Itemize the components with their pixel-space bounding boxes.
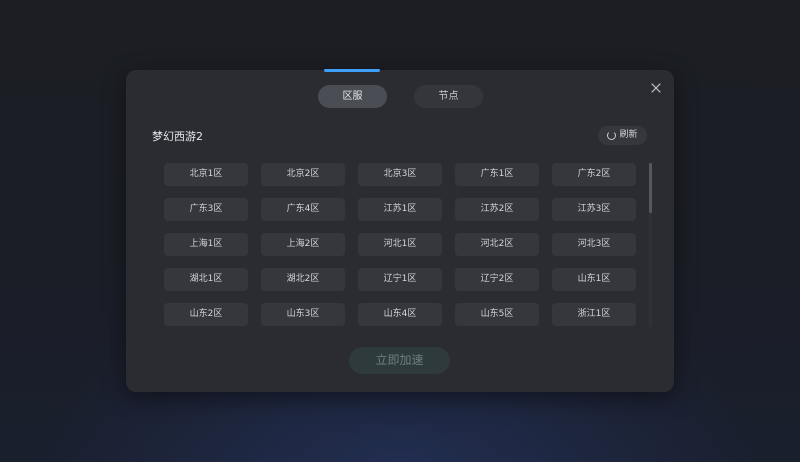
server-item[interactable]: 广东1区 <box>455 163 539 186</box>
server-item[interactable]: 山东4区 <box>358 303 442 326</box>
server-item[interactable]: 北京3区 <box>358 163 442 186</box>
top-accent-bar <box>324 69 380 72</box>
server-item[interactable]: 河北1区 <box>358 233 442 256</box>
server-item[interactable]: 上海2区 <box>261 233 345 256</box>
server-item[interactable]: 河北2区 <box>455 233 539 256</box>
close-icon <box>648 80 664 96</box>
server-item[interactable]: 辽宁1区 <box>358 268 442 291</box>
server-item[interactable]: 广东2区 <box>552 163 636 186</box>
refresh-button[interactable]: 刷新 <box>598 126 647 145</box>
server-item[interactable]: 山东3区 <box>261 303 345 326</box>
server-item[interactable]: 广东3区 <box>164 198 248 221</box>
server-item[interactable]: 山东1区 <box>552 268 636 291</box>
server-item[interactable]: 辽宁2区 <box>455 268 539 291</box>
accelerate-button[interactable]: 立即加速 <box>349 347 450 374</box>
server-item[interactable]: 浙江1区 <box>552 303 636 326</box>
server-item[interactable]: 湖北1区 <box>164 268 248 291</box>
scrollbar[interactable] <box>649 163 652 327</box>
server-item[interactable]: 湖北2区 <box>261 268 345 291</box>
tab-bar: 区服 节点 <box>318 85 483 108</box>
refresh-label: 刷新 <box>619 130 638 140</box>
server-item[interactable]: 北京1区 <box>164 163 248 186</box>
server-item[interactable]: 河北3区 <box>552 233 636 256</box>
server-item[interactable]: 山东5区 <box>455 303 539 326</box>
server-item[interactable]: 江苏3区 <box>552 198 636 221</box>
server-select-dialog: 区服 节点 梦幻西游2 刷新 北京1区 北京2区 北京3区 广东1区 广东2区广东3区广… <box>126 69 674 392</box>
server-item[interactable]: 广东4区 <box>261 198 345 221</box>
tab-server[interactable]: 区服 <box>318 85 387 108</box>
game-title: 梦幻西游2 <box>152 130 203 143</box>
scrollbar-thumb[interactable] <box>649 163 652 213</box>
server-item[interactable]: 上海1区 <box>164 233 248 256</box>
server-item[interactable]: 江苏1区 <box>358 198 442 221</box>
refresh-icon <box>607 131 617 140</box>
server-list: 北京1区 北京2区 北京3区 广东1区 广东2区广东3区 广东4区 江苏1区 江苏2区 江苏3区… <box>164 163 636 326</box>
server-item[interactable]: 北京2区 <box>261 163 345 186</box>
server-item[interactable]: 江苏2区 <box>455 198 539 221</box>
tab-node[interactable]: 节点 <box>414 85 483 108</box>
server-item[interactable]: 山东2区 <box>164 303 248 326</box>
close-button[interactable] <box>648 80 664 96</box>
